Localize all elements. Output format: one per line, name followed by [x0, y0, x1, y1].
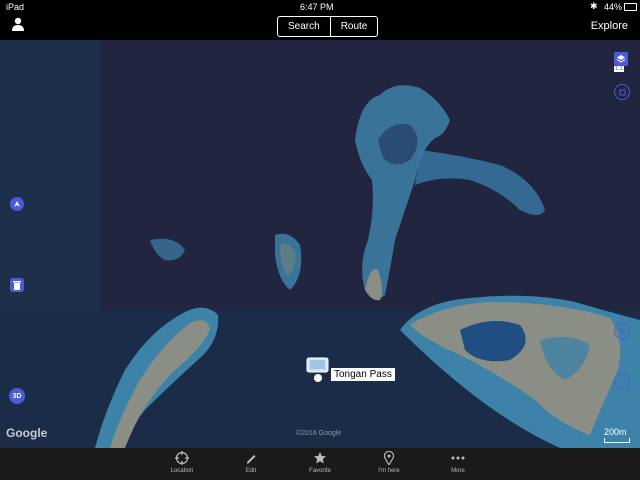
tab-location-label: Location — [170, 468, 194, 474]
profile-icon[interactable] — [12, 17, 24, 36]
clock: 6:47 PM — [300, 2, 334, 12]
layers-badge: 1:1 — [614, 66, 625, 72]
tab-edit[interactable]: Edit — [221, 448, 281, 474]
battery-icon — [624, 3, 637, 11]
trash-icon[interactable] — [10, 278, 24, 292]
tab-favorite[interactable]: Favorite — [290, 448, 350, 474]
tab-more-label: More — [451, 468, 465, 474]
status-bar: iPad 6:47 PM 44% ✱ — [0, 0, 640, 14]
explore-button[interactable]: Explore — [591, 20, 628, 32]
tab-im-here-label: I'm here — [378, 468, 400, 474]
zoom-out-button[interactable]: − — [614, 373, 630, 389]
search-button[interactable]: Search — [278, 17, 330, 36]
layers-icon[interactable] — [614, 52, 628, 66]
compass-icon[interactable] — [10, 197, 24, 211]
pencil-icon — [221, 448, 281, 468]
battery-level: 44% — [604, 2, 623, 12]
scale-label: 200m — [604, 427, 627, 437]
tab-favorite-label: Favorite — [309, 468, 331, 474]
bluetooth-icon: ✱ — [590, 1, 598, 11]
route-button[interactable]: Route — [329, 17, 378, 36]
frame-icon[interactable] — [614, 84, 630, 100]
target-icon — [152, 448, 212, 468]
map-pin-icon[interactable] — [306, 357, 330, 388]
tab-more[interactable]: More — [428, 448, 488, 474]
zoom-in-button[interactable]: + — [614, 323, 630, 339]
map-copyright: ©2016 Google — [296, 430, 342, 437]
tab-edit-label: Edit — [245, 468, 257, 474]
device-label: iPad — [6, 2, 25, 12]
more-icon — [428, 448, 488, 468]
google-logo: Google — [6, 426, 48, 440]
tab-location[interactable]: Location — [152, 448, 212, 474]
tab-im-here[interactable]: I'm here — [359, 448, 419, 474]
bottom-tab-bar: Location Edit Favorite I'm here More — [0, 448, 640, 480]
scale-bar-line — [604, 438, 630, 443]
pin-icon — [359, 448, 419, 468]
pin-label[interactable]: Tongan Pass — [331, 368, 395, 381]
scale-bar: 200m — [604, 427, 630, 443]
mode-toggle: Search Route — [277, 16, 379, 37]
star-icon — [290, 448, 350, 468]
3d-toggle-button[interactable]: 3D — [9, 388, 25, 404]
